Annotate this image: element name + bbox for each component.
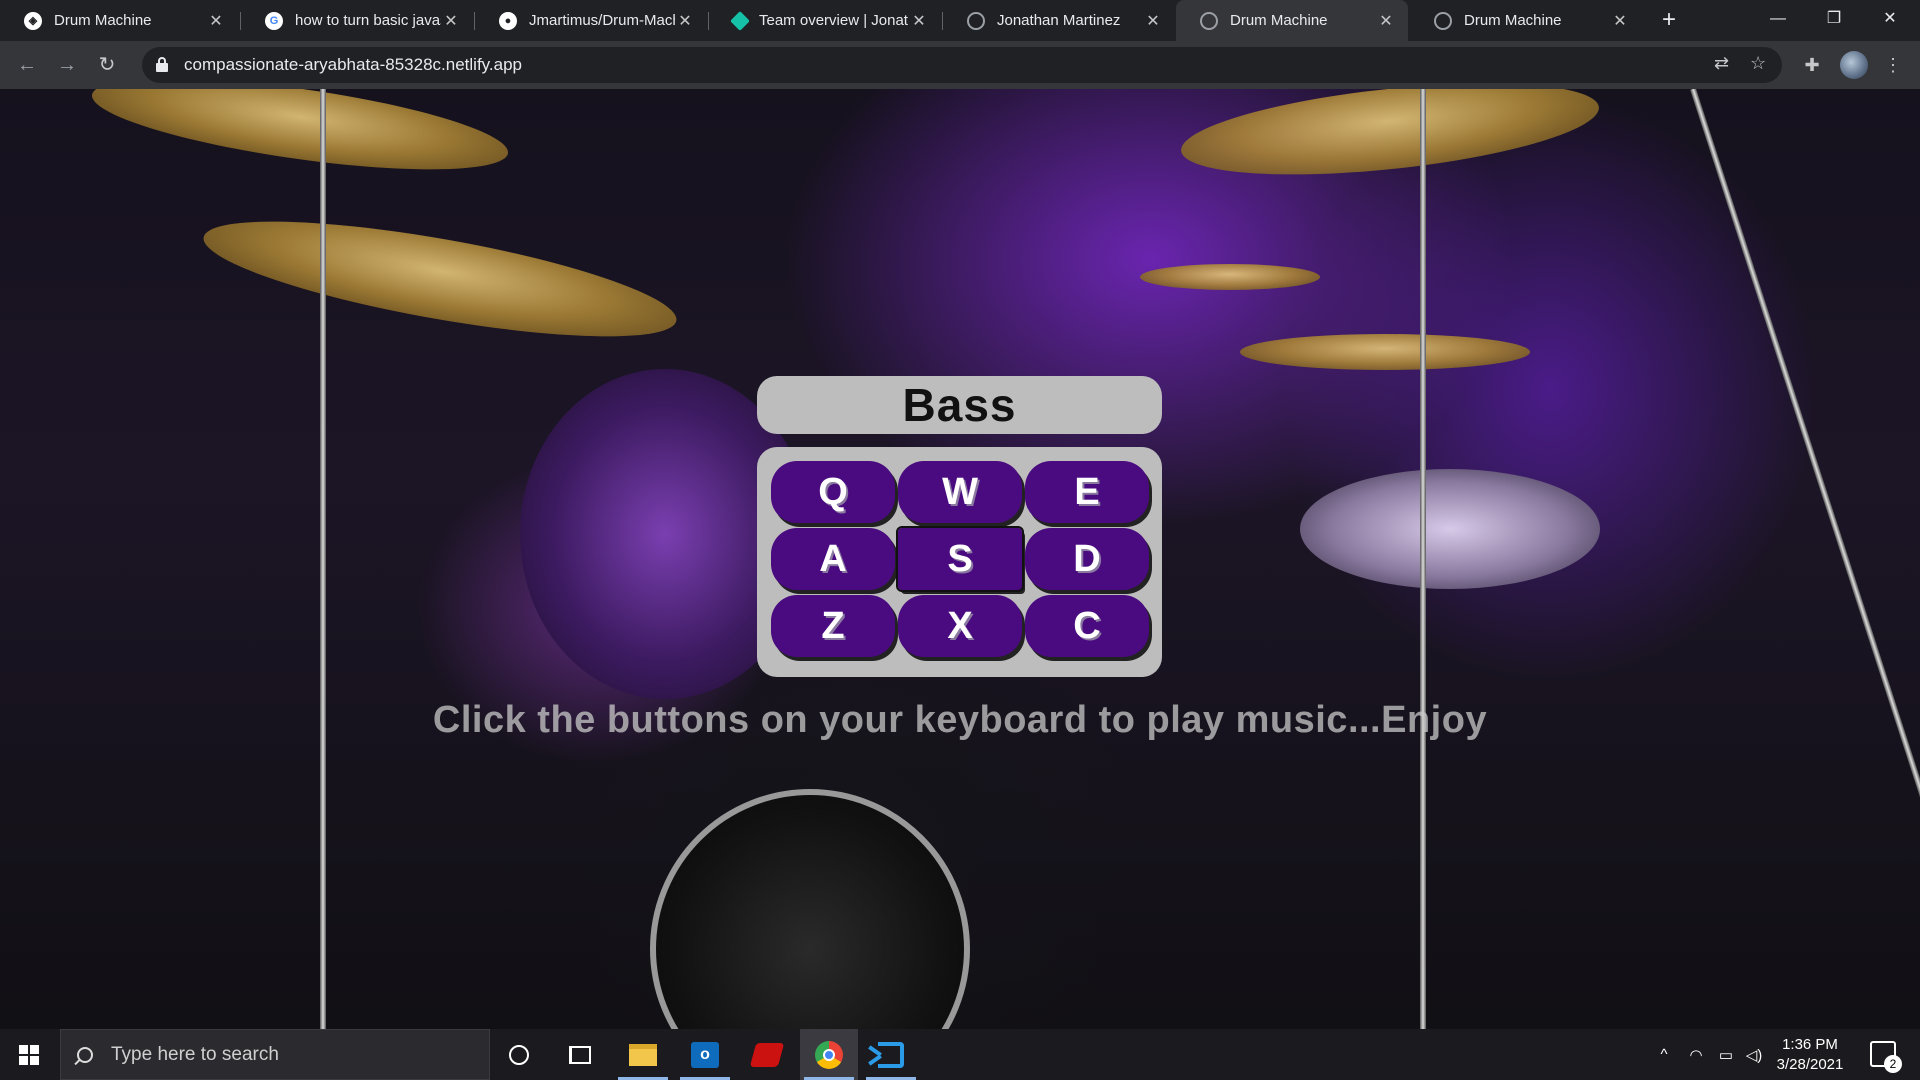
drum-pad-d[interactable]: D [1025, 528, 1149, 590]
clock-time: 1:36 PM [1782, 1036, 1838, 1053]
close-tab-icon[interactable]: ✕ [909, 11, 929, 31]
cymbal-image [87, 89, 513, 188]
red-app-icon [749, 1042, 785, 1067]
drum-pad-e[interactable]: E [1025, 461, 1149, 523]
search-icon [77, 1046, 93, 1063]
cortana-button[interactable] [490, 1029, 548, 1080]
instructions-text: Click the buttons on your keyboard to pl… [432, 699, 1488, 741]
browser-tab-strip: ◈ Drum Machine ✕ G how to turn basic jav… [0, 0, 1920, 41]
new-tab-button[interactable]: + [1654, 6, 1684, 36]
tab-title: Jmartimus/Drum-Mach [529, 12, 675, 29]
tab-drum-machine-active[interactable]: Drum Machine ✕ [1176, 0, 1408, 41]
show-hidden-icons-icon[interactable]: ^ [1650, 1029, 1678, 1080]
globe-icon [967, 11, 985, 30]
reload-icon[interactable]: ↻ [92, 50, 122, 80]
taskbar-search-box[interactable]: Type here to search [60, 1029, 490, 1080]
drum-pad-panel: Q W E A S D Z X C [757, 447, 1162, 677]
cymbal-stand-image [1420, 89, 1426, 1029]
close-tab-icon[interactable]: ✕ [441, 11, 461, 31]
close-tab-icon[interactable]: ✕ [675, 11, 695, 31]
back-arrow-icon[interactable]: ← [12, 50, 42, 80]
netlify-icon [730, 10, 750, 31]
drum-pad-w[interactable]: W [898, 461, 1022, 523]
bookmark-star-icon[interactable]: ☆ [1750, 53, 1766, 74]
cymbal-image [196, 197, 684, 361]
tab-team-overview[interactable]: Team overview | Jonath ✕ [709, 0, 941, 41]
file-explorer-button[interactable] [614, 1029, 672, 1080]
tab-google-search[interactable]: G how to turn basic javas ✕ [241, 0, 473, 41]
system-clock[interactable]: 1:36 PM 3/28/2021 [1760, 1035, 1860, 1075]
close-tab-icon[interactable]: ✕ [1376, 11, 1396, 31]
tab-title: how to turn basic javas [295, 12, 441, 29]
windows-logo-icon [19, 1044, 39, 1065]
tab-drum-machine-1[interactable]: ◈ Drum Machine ✕ [0, 0, 238, 41]
browser-toolbar: ← → ↻ compassionate-aryabhata-85328c.net… [0, 41, 1920, 89]
profile-avatar[interactable] [1840, 51, 1868, 79]
outlook-icon: o [691, 1041, 719, 1068]
globe-icon [1434, 11, 1452, 30]
close-tab-icon[interactable]: ✕ [1610, 11, 1630, 31]
drum-pad-q[interactable]: Q [771, 461, 895, 523]
windows-taskbar: Type here to search o ^ ◠ ▭ ◁) 1:36 PM 3… [0, 1029, 1920, 1080]
tab-title: Drum Machine [1230, 12, 1328, 29]
close-tab-icon[interactable]: ✕ [206, 11, 226, 31]
restore-icon[interactable]: ❐ [1806, 0, 1862, 41]
forward-arrow-icon[interactable]: → [52, 50, 82, 80]
network-icon[interactable]: ◠ [1682, 1029, 1710, 1080]
netlify-dark-icon: ◈ [24, 11, 42, 30]
mic-stand-image [1690, 89, 1920, 984]
url-text[interactable]: compassionate-aryabhata-85328c.netlify.a… [184, 55, 522, 75]
google-icon: G [265, 11, 283, 30]
clock-date: 3/28/2021 [1776, 1056, 1844, 1073]
vscode-button[interactable] [862, 1029, 920, 1080]
notification-badge: 2 [1884, 1055, 1902, 1073]
menu-kebab-icon[interactable]: ⋮ [1878, 50, 1908, 80]
start-button[interactable] [0, 1029, 58, 1080]
tab-title: Jonathan Martinez [997, 12, 1121, 29]
snare-drum-image [1300, 469, 1600, 589]
tab-github[interactable]: ● Jmartimus/Drum-Mach ✕ [475, 0, 707, 41]
address-bar[interactable]: compassionate-aryabhata-85328c.netlify.a… [142, 47, 1782, 83]
github-icon: ● [499, 11, 517, 30]
close-window-icon[interactable]: ✕ [1862, 0, 1918, 41]
lock-icon[interactable] [156, 57, 168, 73]
drum-pad-x[interactable]: X [898, 595, 1022, 657]
task-view-icon [569, 1045, 591, 1064]
drum-pad-s[interactable]: S [896, 526, 1024, 592]
red-app-button[interactable] [738, 1029, 796, 1080]
tab-title: Drum Machine [54, 12, 152, 29]
cortana-icon [509, 1044, 529, 1065]
tab-title: Drum Machine [1464, 12, 1562, 29]
chrome-button[interactable] [800, 1029, 858, 1080]
vscode-icon [878, 1041, 904, 1068]
drum-pad-c[interactable]: C [1025, 595, 1149, 657]
page-viewport: Bass Q W E A S D Z X C Click the buttons… [0, 89, 1920, 1029]
file-explorer-icon [629, 1043, 657, 1066]
drum-display-panel: Bass [757, 376, 1162, 434]
cymbal-image [1176, 89, 1604, 191]
cymbal-stand-image [320, 89, 326, 1029]
sound-display: Bass [902, 379, 1017, 431]
tab-jonathan-martinez[interactable]: Jonathan Martinez ✕ [943, 0, 1175, 41]
search-placeholder: Type here to search [111, 1043, 279, 1065]
tab-title: Team overview | Jonath [759, 12, 909, 29]
task-view-button[interactable] [551, 1029, 609, 1080]
extensions-puzzle-icon[interactable]: ✚ [1797, 50, 1827, 80]
drum-pad-z[interactable]: Z [771, 595, 895, 657]
globe-icon [1200, 11, 1218, 30]
cymbal-image [1140, 264, 1320, 290]
cymbal-image [1240, 334, 1530, 370]
outlook-button[interactable]: o [676, 1029, 734, 1080]
battery-icon[interactable]: ▭ [1712, 1029, 1740, 1080]
tab-drum-machine-3[interactable]: Drum Machine ✕ [1410, 0, 1642, 41]
chrome-icon [815, 1040, 843, 1069]
minimize-icon[interactable]: — [1750, 0, 1806, 41]
translate-icon[interactable]: ⇄ [1714, 53, 1729, 74]
close-tab-icon[interactable]: ✕ [1143, 11, 1163, 31]
bass-drum-image [650, 789, 970, 1029]
drum-pad-a[interactable]: A [771, 528, 895, 590]
